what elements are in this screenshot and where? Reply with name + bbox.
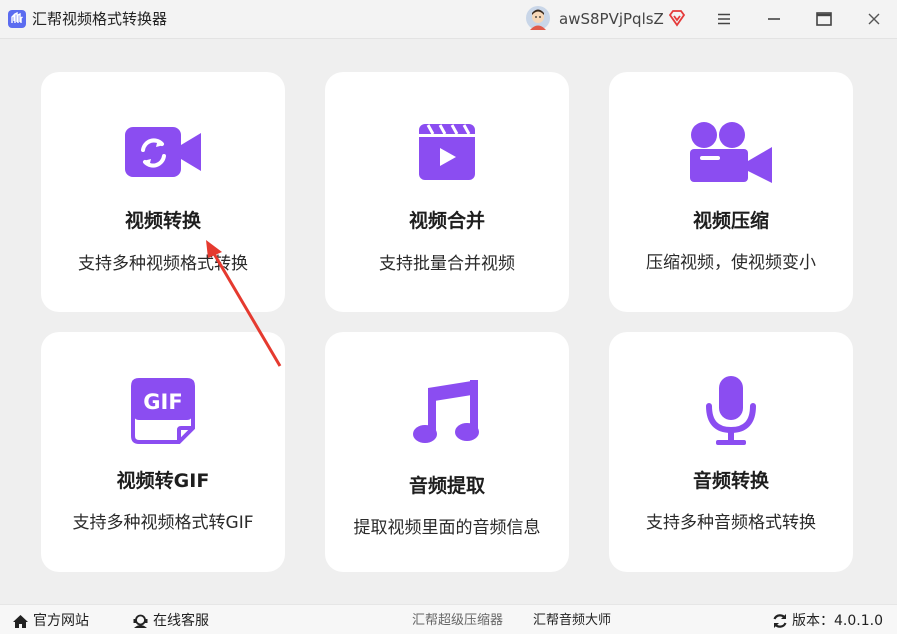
super-compressor-link[interactable]: 汇帮超级压缩器	[412, 613, 503, 629]
card-title: 视频转GIF	[116, 470, 210, 492]
maximize-button[interactable]	[811, 7, 837, 31]
close-icon	[868, 13, 880, 25]
card-video-compress[interactable]: 视频压缩 压缩视频，使视频变小	[609, 72, 853, 312]
close-button[interactable]	[861, 7, 887, 31]
music-note-icon	[413, 380, 479, 443]
card-title: 视频压缩	[692, 210, 769, 232]
card-desc: 支持多种音频格式转换	[646, 513, 816, 533]
minimize-icon	[768, 18, 780, 20]
card-desc: 提取视频里面的音频信息	[353, 518, 541, 538]
video-camera-icon	[690, 122, 772, 183]
card-title: 视频转换	[124, 210, 201, 232]
svg-text:GIF: GIF	[143, 390, 182, 414]
title-bar: 汇帮视频格式转换器 awS8PVjPqlsZ	[0, 0, 897, 39]
minimize-button[interactable]	[761, 7, 787, 31]
hamburger-icon	[718, 13, 730, 25]
audio-master-link[interactable]: 汇帮音频大师	[533, 613, 611, 629]
user-avatar-icon[interactable]	[526, 6, 550, 30]
card-video-merge[interactable]: 视频合并 支持批量合并视频	[325, 72, 569, 312]
gif-icon: GIF	[131, 378, 195, 444]
online-support-link[interactable]: 在线客服	[132, 613, 209, 629]
card-desc: 支持批量合并视频	[379, 254, 515, 274]
card-audio-convert[interactable]: 音频转换 支持多种音频格式转换	[609, 332, 853, 572]
vip-diamond-icon[interactable]	[668, 9, 686, 27]
card-desc: 支持多种视频格式转GIF	[72, 513, 254, 533]
card-desc: 压缩视频，使视频变小	[646, 253, 816, 273]
refresh-icon	[773, 614, 787, 628]
maximize-icon	[816, 12, 832, 26]
official-website-link[interactable]: 官方网站	[12, 613, 89, 629]
menu-button[interactable]	[711, 7, 737, 31]
card-video-to-gif[interactable]: GIF 视频转GIF 支持多种视频格式转GIF	[41, 332, 285, 572]
version-info[interactable]: 版本：4.0.1.0	[772, 613, 883, 629]
home-icon	[13, 614, 28, 628]
online-support-label: 在线客服	[153, 613, 209, 629]
customer-service-icon	[133, 614, 148, 628]
card-audio-extract[interactable]: 音频提取 提取视频里面的音频信息	[325, 332, 569, 572]
video-convert-icon	[125, 127, 201, 177]
card-title: 视频合并	[408, 210, 485, 232]
app-title: 汇帮视频格式转换器	[32, 10, 168, 28]
card-title: 音频提取	[408, 475, 485, 497]
app-logo-icon	[8, 10, 26, 28]
version-label: 版本：4.0.1.0	[792, 613, 883, 629]
microphone-icon	[706, 376, 756, 445]
video-merge-icon	[419, 124, 475, 180]
card-video-convert[interactable]: 视频转换 支持多种视频格式转换	[41, 72, 285, 312]
username[interactable]: awS8PVjPqlsZ	[559, 9, 664, 29]
card-title: 音频转换	[692, 470, 769, 492]
status-bar: 官方网站 在线客服 汇帮超级压缩器 汇帮音频大师 版本：4.0.1.0	[0, 604, 897, 634]
official-website-label: 官方网站	[33, 613, 89, 629]
card-desc: 支持多种视频格式转换	[78, 254, 248, 274]
